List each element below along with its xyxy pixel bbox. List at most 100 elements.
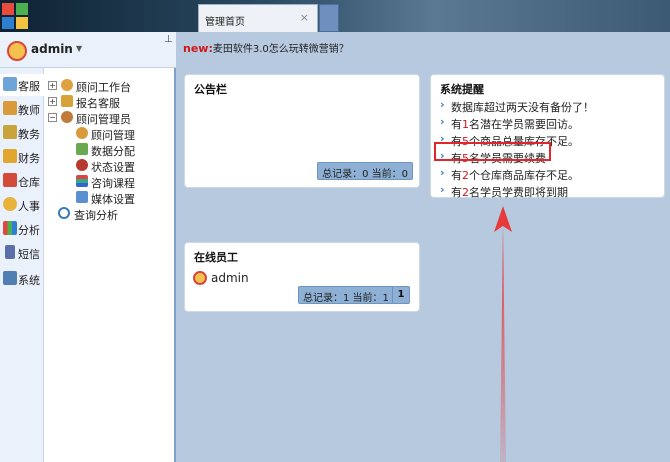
tab-scroll-button[interactable] [319,4,339,32]
status-icon [76,159,88,171]
warehouse-icon [3,173,17,187]
alert-count: 2 [462,186,469,199]
tree-item-signup[interactable]: + 报名客服 [48,94,172,110]
database-icon [76,143,88,155]
user-icon [61,79,73,91]
module-label: 分析 [18,224,40,237]
online-staff-panel: 在线员工 admin 总记录：1 当前：1 1 [184,242,420,312]
arrow-shaft [500,224,506,462]
panel-title: 系统提醒 [440,83,484,96]
tab-label: 管理首页 [205,17,245,28]
alerts-panel: 系统提醒 数据库超过两天没有备份了！ 有1名潜在学员需要回访。 有5个商品总量库… [430,74,665,199]
books-icon [76,175,88,187]
alert-text: 有 [451,169,462,182]
chevron-down-icon[interactable]: ▼ [76,44,82,53]
headset-icon [61,95,73,107]
collapse-icon[interactable]: − [48,113,57,122]
module-hr[interactable]: 人事 [0,194,44,216]
news-banner[interactable]: new:麦田软件3.0怎么玩转微营销？ [183,40,349,55]
module-sms[interactable]: 短信 [0,242,44,264]
alert-text: 有 [451,186,462,199]
list-item[interactable]: 有1名潜在学员需要回访。 [439,115,670,133]
username[interactable]: admin [31,42,73,56]
tree-item-media-settings[interactable]: 媒体设置 [76,190,172,206]
page-button[interactable]: 1 [392,286,410,304]
monitor-icon [76,191,88,203]
module-academic[interactable]: 教务 [0,122,44,144]
module-analysis[interactable]: 分析 [0,218,44,240]
avatar [7,41,27,61]
tree-label: 状态设置 [91,161,135,174]
pen-icon [3,77,17,91]
alert-text: 名学员学费即将到期 [469,186,568,199]
alert-text: 个仓库商品库存不足。 [469,169,579,182]
module-kefu[interactable]: 客服 [0,74,44,96]
module-sidebar: 客服 教师 教务 财务 仓库 人事 分析 短信 系统 [0,68,44,462]
pin-icon[interactable]: ⊥ [164,34,173,45]
phone-icon [5,245,15,259]
tree-label: 咨询课程 [91,177,135,190]
close-icon[interactable]: × [300,11,309,24]
alert-text: 数据库超过两天没有备份了！ [451,101,594,114]
tree-item-data-assign[interactable]: 数据分配 [76,142,172,158]
module-system[interactable]: 系统 [0,268,44,290]
search-icon [58,207,70,219]
list-item[interactable]: 有2个仓库商品库存不足。 [439,166,670,184]
tree-item-consult-course[interactable]: 咨询课程 [76,174,172,190]
module-teacher[interactable]: 教师 [0,98,44,120]
module-label: 系统 [18,274,40,287]
highlight-box [434,142,551,161]
main-content: new:麦田软件3.0怎么玩转微营销？ 公告栏 总记录：0 当前：0 在线员工 … [177,32,670,462]
tree-label: 顾问工作台 [76,81,131,94]
alert-count: 2 [462,169,469,182]
expand-icon[interactable]: + [48,97,57,106]
alert-text: 名潜在学员需要回访。 [469,118,579,131]
online-username: admin [211,271,249,285]
books-icon [3,125,17,139]
clock-icon [193,271,207,285]
tree-item-workbench[interactable]: + 顾问工作台 [48,78,172,94]
teacher-icon [3,101,17,115]
expand-icon[interactable]: + [48,81,57,90]
app-logo-icon [2,3,28,29]
system-icon [3,271,17,285]
news-tag: new: [183,42,213,55]
tree-label: 查询分析 [74,209,118,222]
module-label: 仓库 [18,176,40,189]
module-label: 人事 [18,200,40,213]
module-label: 客服 [18,80,40,93]
tree-label: 报名客服 [76,97,120,110]
list-item[interactable]: 数据库超过两天没有备份了！ [439,98,670,116]
tree-item-admin[interactable]: − 顾问管理员 [48,110,172,126]
money-icon [3,149,17,163]
chart-icon [3,221,17,235]
module-label: 财务 [18,152,40,165]
top-bar: 管理首页 × [0,0,670,32]
module-warehouse[interactable]: 仓库 [0,170,44,192]
pager-info: 总记录：0 当前：0 [317,162,413,180]
module-label: 教师 [18,104,40,117]
module-finance[interactable]: 财务 [0,146,44,168]
users-icon [61,111,73,123]
panel-title: 公告栏 [194,83,227,96]
tree-label: 媒体设置 [91,193,135,206]
tab-admin-home[interactable]: 管理首页 × [198,4,318,32]
tree-label: 数据分配 [91,145,135,158]
nav-tree: + 顾问工作台 + 报名客服 − 顾问管理员 顾问管理 数据分配 状态设置 咨询… [44,68,176,462]
tree-item-advisor-mgmt[interactable]: 顾问管理 [76,126,172,142]
panel-title: 在线员工 [194,251,238,264]
tree-label: 顾问管理 [91,129,135,142]
bulletin-panel: 公告栏 总记录：0 当前：0 [184,74,420,188]
tree-item-query-analysis[interactable]: 查询分析 [58,206,172,222]
pager-info: 总记录：1 当前：1 [298,286,394,304]
annotation-arrow [494,206,512,462]
tree-label: 顾问管理员 [76,113,131,126]
news-text: 麦田软件3.0怎么玩转微营销？ [212,44,349,55]
tree-item-status-settings[interactable]: 状态设置 [76,158,172,174]
question-icon [3,197,17,211]
alert-count: 1 [462,118,469,131]
module-label: 教务 [18,128,40,141]
list-item[interactable]: 有2名学员学费即将到期 [439,183,670,201]
user-icon [76,127,88,139]
user-bar: admin ▼ [0,32,176,68]
